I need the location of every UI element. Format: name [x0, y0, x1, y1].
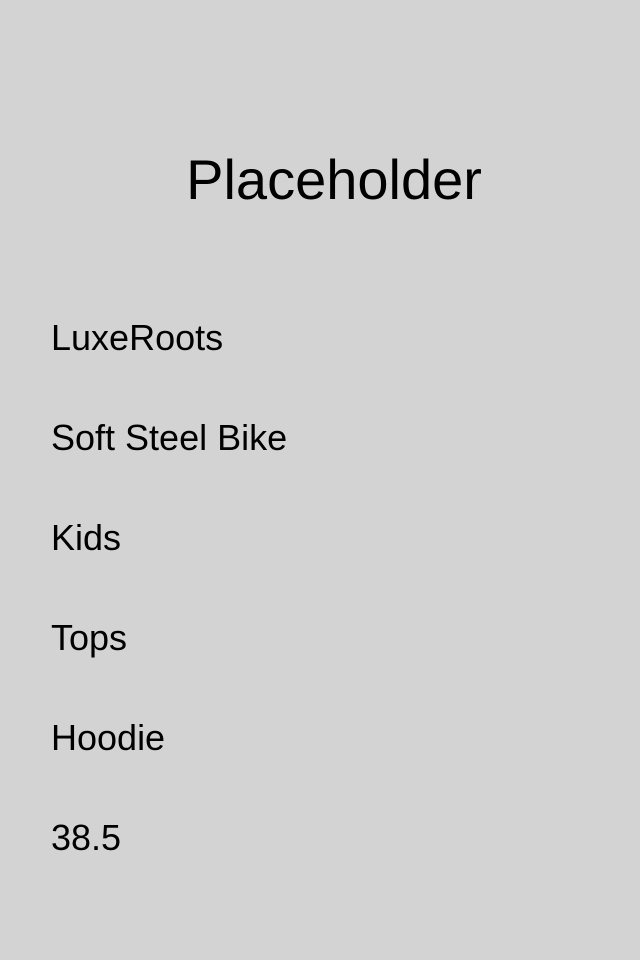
product-price: 38.5 — [51, 817, 122, 858]
product-brand: LuxeRoots — [51, 317, 224, 358]
placeholder-label: Placeholder — [186, 148, 482, 211]
product-image-placeholder: Placeholder — [0, 110, 640, 250]
product-details: LuxeRoots Soft Steel Bike Kids Tops Hood… — [51, 312, 611, 912]
product-audience: Kids — [51, 517, 122, 558]
product-type: Hoodie — [51, 717, 166, 758]
product-category: Tops — [51, 617, 128, 658]
product-name: Soft Steel Bike — [51, 417, 288, 458]
